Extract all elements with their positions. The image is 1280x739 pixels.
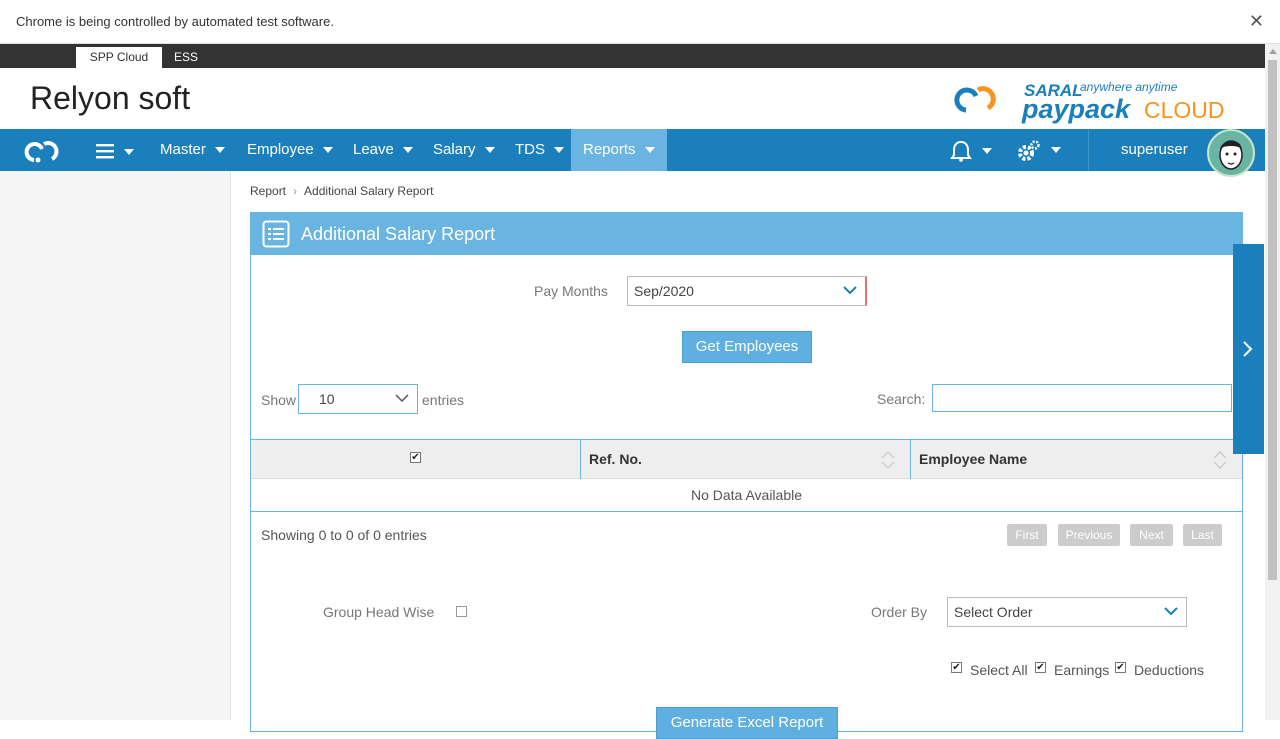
tab-ess[interactable]: ESS: [166, 47, 206, 68]
earnings-checkbox[interactable]: ✔: [1035, 662, 1046, 673]
nav-leave-label: Leave: [353, 141, 394, 158]
pay-months-label: Pay Months: [534, 283, 608, 299]
pager-last-button[interactable]: Last: [1183, 524, 1222, 546]
menu-hamburger-icon[interactable]: [96, 142, 136, 160]
chevron-down-icon: [322, 147, 333, 154]
sort-icon: [1213, 450, 1227, 470]
cloud-logo-icon[interactable]: [22, 134, 72, 166]
page-title: Additional Salary Report: [301, 224, 496, 244]
earnings-label: Earnings: [1054, 662, 1110, 678]
infobar-message: Chrome is being controlled by automated …: [16, 14, 334, 29]
nav-salary-label: Salary: [433, 141, 476, 158]
nav-master[interactable]: Master: [160, 129, 225, 171]
chevron-down-icon: [484, 147, 495, 154]
column-employee-name[interactable]: Employee Name: [910, 440, 1242, 479]
report-panel: Additional Salary Report Pay Months Sep/…: [250, 212, 1243, 739]
chevron-down-icon: [554, 147, 564, 154]
svg-text:CLOUD: CLOUD: [1144, 97, 1225, 123]
pay-months-value: Sep/2020: [634, 283, 694, 299]
chevron-down-icon: [1164, 607, 1178, 616]
breadcrumb-root[interactable]: Report: [250, 184, 286, 198]
breadcrumb: Report › Additional Salary Report: [250, 184, 433, 198]
chevron-down-icon: [644, 147, 655, 154]
nav-employee-label: Employee: [247, 141, 314, 158]
entries-label: entries: [422, 392, 465, 408]
chevron-down-icon: [402, 147, 413, 154]
svg-text:paypack: paypack: [1021, 94, 1132, 124]
column-employee-name-label: Employee Name: [919, 451, 1028, 467]
nav-reports-label: Reports: [583, 141, 636, 158]
company-name: Relyon soft: [30, 80, 191, 116]
column-ref-no[interactable]: Ref. No.: [580, 440, 910, 479]
table-header: ✔ Ref. No. Employee Name: [251, 439, 1242, 479]
sort-icon: [881, 450, 895, 470]
nav-divider: [1088, 129, 1089, 171]
entries-value: 10: [319, 391, 335, 407]
column-ref-no-label: Ref. No.: [589, 451, 642, 467]
select-all-rows-checkbox[interactable]: ✔: [410, 452, 421, 463]
page-header: Relyon soft SARAL anywhere anytime paypa…: [0, 68, 1265, 129]
user-menu[interactable]: superuser: [1121, 129, 1188, 171]
settings-gear-icon[interactable]: [1016, 139, 1064, 163]
group-head-wise-label: Group Head Wise: [323, 604, 435, 620]
avatar[interactable]: [1207, 129, 1255, 177]
select-all-label: Select All: [970, 662, 1028, 678]
deductions-checkbox[interactable]: ✔: [1115, 662, 1126, 673]
nav-employee[interactable]: Employee: [247, 129, 333, 171]
scrollbar-thumb[interactable]: [1268, 60, 1277, 580]
app-switcher: SPP Cloud ESS: [0, 44, 1265, 68]
side-panel-toggle[interactable]: [1233, 244, 1264, 454]
order-by-label: Order By: [871, 604, 928, 620]
user-face-icon: [1219, 140, 1243, 170]
pager-first-button[interactable]: First: [1007, 524, 1047, 546]
chevron-down-icon: [395, 394, 409, 403]
panel-header: Additional Salary Report: [251, 213, 1242, 255]
pager-next-button[interactable]: Next: [1130, 524, 1173, 546]
group-head-wise-checkbox[interactable]: [456, 606, 467, 617]
infobar-close-icon[interactable]: ✕: [1249, 11, 1264, 32]
show-label: Show: [261, 392, 297, 408]
search-input[interactable]: [932, 384, 1232, 412]
saral-paypack-cloud-logo: SARAL anywhere anytime paypack CLOUD: [954, 80, 1225, 124]
get-employees-button[interactable]: Get Employees: [682, 331, 812, 363]
left-sidebar: [0, 171, 231, 720]
nav-master-label: Master: [160, 141, 206, 158]
pay-months-select[interactable]: Sep/2020: [627, 276, 867, 306]
chevron-right-icon: [1243, 341, 1253, 357]
page-scrollbar[interactable]: [1265, 44, 1280, 720]
list-icon: [262, 220, 290, 248]
scroll-up-arrow-icon[interactable]: [1269, 49, 1277, 54]
chevron-right-icon: ›: [293, 184, 298, 198]
no-data-row: No Data Available: [251, 479, 1242, 512]
order-by-value: Select Order: [954, 604, 1033, 620]
nav-tds-label: TDS: [515, 141, 545, 158]
order-by-select[interactable]: Select Order: [947, 597, 1187, 627]
main-navbar: Master Employee Leave Salary TDS Reports…: [0, 129, 1265, 171]
nav-leave[interactable]: Leave: [353, 129, 413, 171]
deductions-label: Deductions: [1134, 662, 1205, 678]
nav-reports[interactable]: Reports: [571, 129, 667, 171]
breadcrumb-current: Additional Salary Report: [304, 184, 434, 198]
notification-bell-icon[interactable]: [950, 140, 996, 162]
automation-infobar: Chrome is being controlled by automated …: [0, 0, 1280, 44]
entries-select[interactable]: 10: [298, 384, 418, 414]
nav-salary[interactable]: Salary: [433, 129, 495, 171]
pager-previous-button[interactable]: Previous: [1058, 524, 1120, 546]
username: superuser: [1121, 141, 1188, 158]
chevron-down-icon: [843, 286, 857, 295]
showing-entries: Showing 0 to 0 of 0 entries: [261, 527, 427, 543]
chevron-down-icon: [214, 147, 225, 154]
tab-spp-cloud[interactable]: SPP Cloud: [76, 47, 162, 68]
search-label: Search:: [877, 391, 926, 407]
nav-tds[interactable]: TDS: [515, 129, 564, 171]
select-all-checkbox[interactable]: ✔: [951, 662, 962, 673]
svg-text:anywhere anytime: anywhere anytime: [1080, 80, 1178, 94]
generate-excel-report-button[interactable]: Generate Excel Report: [656, 707, 838, 739]
